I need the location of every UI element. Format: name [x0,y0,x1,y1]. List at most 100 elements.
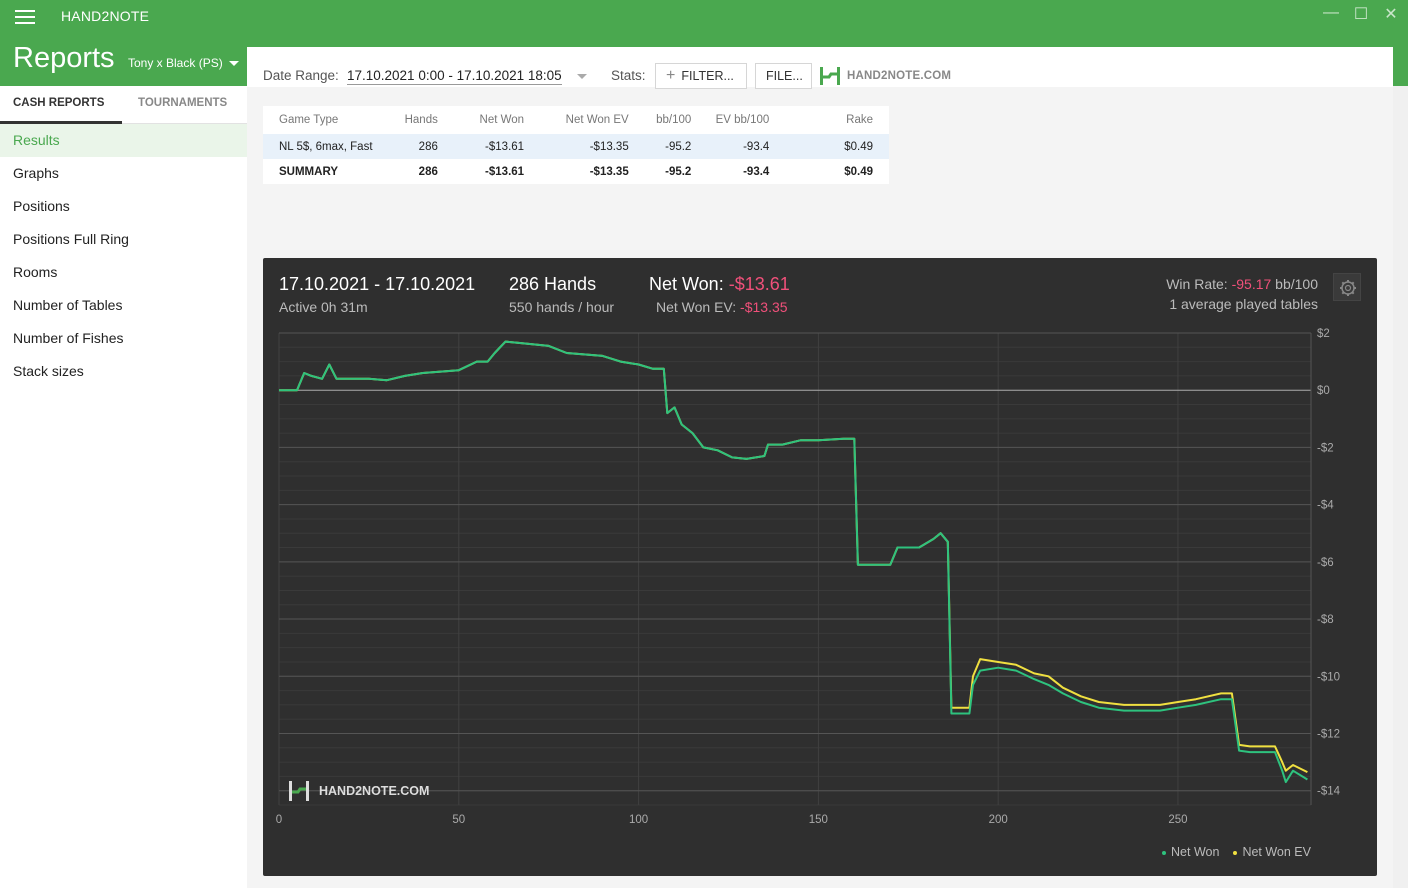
graph-hands-count: 286 Hands [509,274,597,294]
report-tabs: CASH REPORTS TOURNAMENTS [0,86,247,124]
close-icon[interactable]: ✕ [1382,4,1400,24]
col-game-type[interactable]: Game Type [263,106,394,134]
date-range-chevron-icon[interactable] [577,74,587,79]
gear-icon [1340,280,1356,296]
table-header-row: Game Type Hands Net Won Net Won EV bb/10… [263,106,889,134]
cell-bb100: -95.2 [644,134,708,159]
y-tick-label: -$14 [1317,786,1341,798]
minimize-icon[interactable]: — [1322,4,1340,24]
cell-game-type: NL 5$, 6max, Fast [263,134,395,159]
page-title: Reports [13,42,115,74]
stats-label: Stats: [611,68,646,83]
h2n-logo-icon [820,67,840,85]
net-won-ev-label: Net Won EV: [656,299,737,315]
col-rake[interactable]: Rake [785,106,889,134]
tab-tournaments[interactable]: TOURNAMENTS [138,97,227,109]
winnings-chart: $2 $0 -$2 -$4 -$6 -$8 -$10 -$12 -$14 0 50 100 150 200… [276,328,1341,826]
h2n-logo-icon [289,781,309,801]
chevron-down-icon [228,61,239,67]
cell-ev-bb100: -93.4 [743,165,770,178]
cell-rake: $0.49 [785,134,889,159]
legend-item-net-won-ev[interactable]: Net Won EV [1233,845,1311,859]
results-table: Game Type Hands Net Won Net Won EV bb/10… [263,106,889,184]
tab-cash-reports[interactable]: CASH REPORTS [13,97,104,109]
cell-net-won: -$13.61 [485,165,525,178]
x-tick-label: 250 [1168,814,1187,826]
legend-item-net-won[interactable]: Net Won [1162,845,1219,859]
col-bb100[interactable]: bb/100 [645,106,708,134]
y-tick-label: $2 [1317,328,1330,340]
account-label: Tony x Black (PS) [128,56,223,70]
maximize-icon[interactable]: ☐ [1352,4,1370,24]
graph-panel: $2 $0 -$2 -$4 -$6 -$8 -$10 -$12 -$14 0 50 100 150 200… [263,258,1377,876]
win-rate-value: -95.17 [1231,276,1272,292]
filter-button[interactable]: + FILTER... [655,63,747,89]
cell-hands: 286 [394,134,454,159]
hand2note-logo[interactable]: HAND2NOTE.COM [819,66,951,86]
legend-label: Net Won [1171,845,1220,859]
sidebar-nav: Results Graphs Positions Positions Full … [0,124,247,388]
file-button[interactable]: FILE... [755,63,812,89]
cell-bb100: -95.2 [665,165,692,178]
brand-text: HAND2NOTE.COM [847,70,952,82]
win-rate-label: Win Rate: [1166,276,1228,292]
sidebar-item-rooms[interactable]: Rooms [0,256,247,289]
filter-button-label: FILTER... [681,69,734,83]
col-ev-bb100[interactable]: EV bb/100 [707,106,785,134]
cell-rake: $0.49 [844,165,873,178]
graph-hands-rate: 550 hands / hour [509,299,615,315]
hamburger-menu-icon[interactable] [15,10,35,24]
x-tick-label: 100 [629,814,648,826]
sidebar: CASH REPORTS TOURNAMENTS Results Graphs … [0,86,247,888]
graph-watermark-text: HAND2NOTE.COM [319,784,430,798]
col-net-won-ev[interactable]: Net Won EV [540,106,645,134]
cell-net-won-ev: -$13.35 [540,134,645,159]
y-tick-label: $0 [1317,385,1330,397]
plus-icon: + [666,67,676,84]
graph-date-range: 17.10.2021 - 17.10.2021 [279,274,476,294]
graph-settings-button[interactable] [1333,273,1361,301]
y-tick-label: -$2 [1317,442,1334,454]
graph-active-time: Active 0h 31m [279,299,368,315]
window-controls: — ☐ ✕ [1322,4,1400,24]
table-row[interactable]: NL 5$, 6max, Fast 286 -$13.61 -$13.35 -9… [263,134,889,159]
chart-legend: Net Won Net Won EV [1162,845,1311,859]
graph-net-won-ev: Net Won EV: -$13.35 [656,299,788,315]
y-tick-label: -$8 [1317,614,1334,626]
graph-watermark-logo: HAND2NOTE.COM [288,780,429,802]
sidebar-item-number-of-tables[interactable]: Number of Tables [0,289,247,322]
sidebar-item-stack-sizes[interactable]: Stack sizes [0,355,247,388]
date-range-picker[interactable]: 17.10.2021 0:00 - 17.10.2021 18:05 [347,68,562,85]
x-tick-label: 50 [452,814,465,826]
content-toolbar: Date Range: 17.10.2021 0:00 - 17.10.2021… [247,47,1393,89]
table-summary-row: SUMMARY 286 -$13.61 -$13.35 -95.2 -93.4 … [263,159,889,184]
legend-dot-icon [1233,850,1238,855]
x-tick-label: 150 [809,814,828,826]
cell-net-won: -$13.61 [453,134,541,159]
cell-ev-bb100: -93.4 [707,134,786,159]
col-net-won[interactable]: Net Won [454,106,540,134]
graph-net-won: Net Won: -$13.61 [649,274,790,295]
graph-win-rate: Win Rate: -95.17 bb/100 [1166,276,1318,292]
cell-hands: 286 [418,165,438,178]
col-hands[interactable]: Hands [394,106,454,134]
y-tick-label: -$6 [1317,557,1334,569]
net-won-value: -$13.61 [728,274,790,294]
sidebar-item-positions-full-ring[interactable]: Positions Full Ring [0,223,247,256]
active-tab-indicator [0,121,122,124]
account-select[interactable]: Tony x Black (PS) [128,56,239,70]
cell-summary-label: SUMMARY [279,165,338,178]
series-line-net-won-ev [279,340,1308,773]
title-bar: HAND2NOTE — ☐ ✕ [0,0,1408,32]
content-panel: Date Range: 17.10.2021 0:00 - 17.10.2021… [247,47,1393,888]
sidebar-item-results[interactable]: Results [0,124,247,157]
sidebar-item-positions[interactable]: Positions [0,190,247,223]
x-tick-label: 200 [989,814,1008,826]
sidebar-item-graphs[interactable]: Graphs [0,157,247,190]
net-won-label: Net Won: [649,274,724,294]
date-range-label: Date Range: [263,68,339,83]
x-tick-label: 0 [276,814,282,826]
sidebar-item-number-of-fishes[interactable]: Number of Fishes [0,322,247,355]
legend-label: Net Won EV [1242,845,1311,859]
legend-dot-icon [1162,850,1167,855]
